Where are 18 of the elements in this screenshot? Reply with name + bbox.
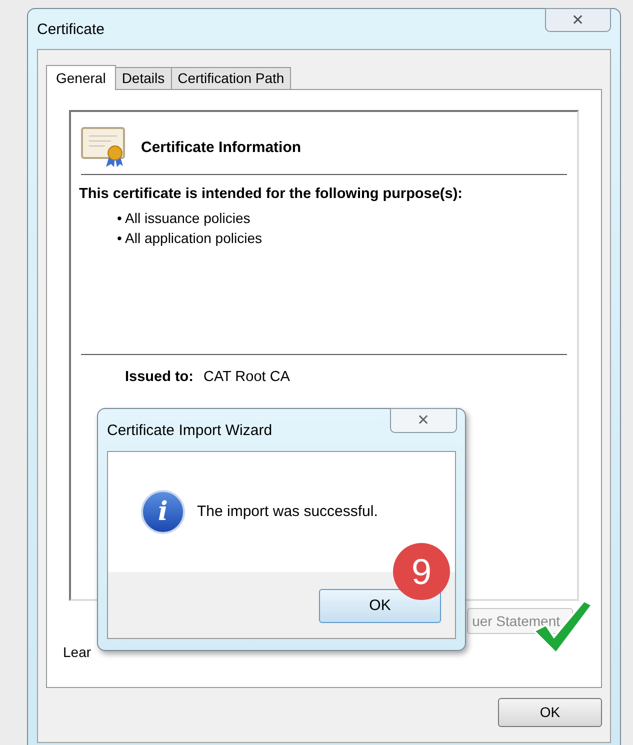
dialog-title: Certificate Import Wizard xyxy=(107,421,272,441)
purpose-item: • All issuance policies xyxy=(117,208,252,228)
purpose-item: • All application policies xyxy=(117,228,263,248)
ok-button[interactable]: OK xyxy=(498,698,602,727)
section-heading: Certificate Information xyxy=(141,138,302,158)
tab[interactable]: Details xyxy=(114,67,172,89)
tab[interactable]: General xyxy=(46,65,116,90)
close-button[interactable]: ✕ xyxy=(390,408,457,433)
purpose-title: This certificate is intended for the following purpose(s): xyxy=(79,185,464,204)
window-title: Certificate xyxy=(37,20,105,40)
issued-to-value: CAT Root CA xyxy=(203,368,290,387)
close-button[interactable]: ✕ xyxy=(545,8,611,32)
ok-button[interactable]: OK xyxy=(319,589,441,623)
tab[interactable]: Certification Path xyxy=(170,67,292,89)
success-message: The import was successful. xyxy=(197,502,378,522)
info-icon: i xyxy=(141,490,185,534)
certificate-icon xyxy=(81,127,127,169)
issued-to-label: Issued to: xyxy=(125,368,194,387)
